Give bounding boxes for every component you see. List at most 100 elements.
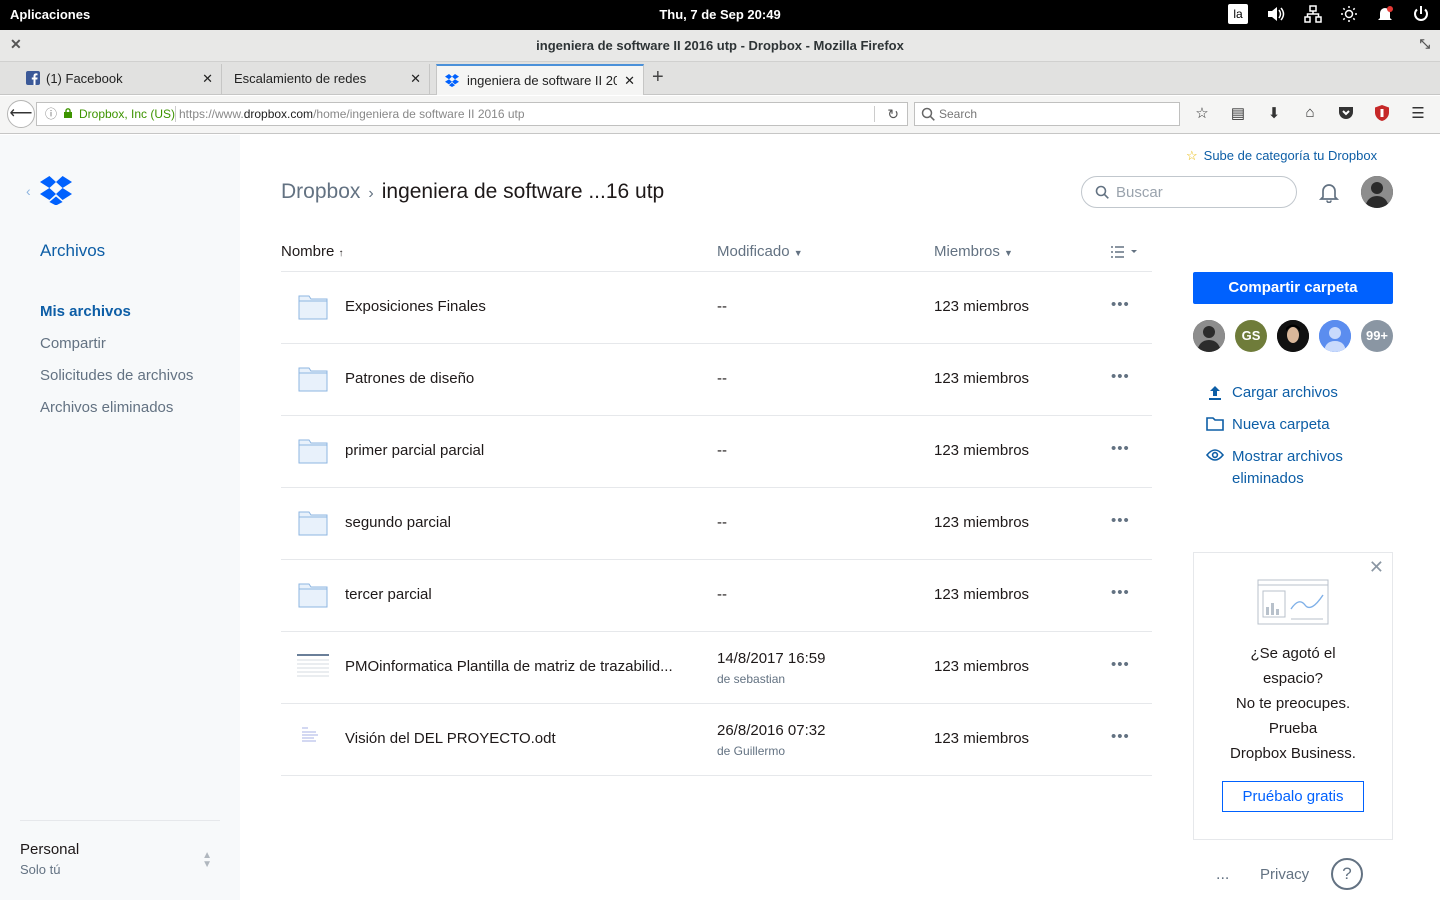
- bookmark-star-icon[interactable]: ☆: [1192, 104, 1212, 124]
- more-menu-icon[interactable]: ...: [1216, 866, 1229, 884]
- reading-list-icon[interactable]: ▤: [1228, 104, 1248, 124]
- window-maximize-icon[interactable]: ⤡: [1420, 36, 1430, 52]
- promo-card: ✕ ¿Se agotó el espacio? No te preocupes.…: [1193, 552, 1393, 840]
- file-name[interactable]: PMOinformatica Plantilla de matriz de tr…: [345, 658, 673, 675]
- more-options-icon[interactable]: •••: [1111, 296, 1130, 313]
- tab-close-icon[interactable]: ✕: [410, 71, 421, 87]
- breadcrumb-root[interactable]: Dropbox: [281, 180, 360, 203]
- avatar-initials[interactable]: GS: [1235, 320, 1267, 352]
- file-name[interactable]: segundo parcial: [345, 514, 451, 531]
- browser-search-input[interactable]: Search: [914, 102, 1180, 126]
- system-clock[interactable]: Thu, 7 de Sep 20:49: [0, 7, 1440, 22]
- close-icon[interactable]: ✕: [1369, 557, 1384, 578]
- folder-icon: [298, 439, 328, 464]
- upload-files-action[interactable]: Cargar archivos: [1206, 382, 1376, 414]
- notification-bell-icon[interactable]: [1376, 5, 1394, 23]
- power-icon[interactable]: [1412, 5, 1430, 23]
- home-icon[interactable]: ⌂: [1300, 104, 1320, 124]
- privacy-link[interactable]: Privacy: [1260, 866, 1309, 883]
- file-name[interactable]: primer parcial parcial: [345, 442, 484, 459]
- more-options-icon[interactable]: •••: [1111, 728, 1130, 745]
- sidebar-item-compartir[interactable]: Compartir: [40, 335, 193, 367]
- file-members: 123 miembros: [934, 442, 1030, 459]
- avatar-more-count[interactable]: 99+: [1361, 320, 1393, 352]
- try-free-button[interactable]: Pruébalo gratis: [1222, 781, 1364, 812]
- info-icon[interactable]: ⓘ: [45, 103, 57, 125]
- table-row[interactable]: Patrones de diseño -- 123 miembros •••: [281, 344, 1152, 416]
- breadcrumb: Dropbox › ingeniera de software ...16 utp: [281, 180, 664, 204]
- window-title: ingeniera de software II 2016 utp - Drop…: [536, 38, 904, 53]
- reload-icon[interactable]: ↻: [887, 103, 899, 125]
- tab-dropbox-active[interactable]: ingeniera de software II 2016 utp ✕: [436, 64, 644, 95]
- table-row[interactable]: PMOinformatica Plantilla de matriz de tr…: [281, 632, 1152, 704]
- sidebar-item-mis-archivos[interactable]: Mis archivos: [40, 303, 193, 335]
- file-name[interactable]: Exposiciones Finales: [345, 298, 486, 315]
- file-name[interactable]: tercer parcial: [345, 586, 432, 603]
- sidebar: ‹ Archivos Mis archivos Compartir Solici…: [0, 135, 240, 900]
- more-options-icon[interactable]: •••: [1111, 440, 1130, 457]
- sidebar-item-eliminados[interactable]: Archivos eliminados: [40, 399, 193, 431]
- network-icon[interactable]: [1304, 5, 1322, 23]
- col-members-header[interactable]: Miembros ▼: [934, 243, 1013, 260]
- table-row[interactable]: segundo parcial -- 123 miembros •••: [281, 488, 1152, 560]
- file-modified: --: [717, 442, 727, 459]
- volume-icon[interactable]: [1266, 5, 1286, 23]
- table-row[interactable]: tercer parcial -- 123 miembros •••: [281, 560, 1152, 632]
- show-deleted-action[interactable]: Mostrar archivos eliminados: [1206, 446, 1376, 490]
- file-members: 123 miembros: [934, 658, 1030, 675]
- tab-close-icon[interactable]: ✕: [202, 71, 213, 87]
- url-bar[interactable]: ⓘ Dropbox, Inc (US) https://www.dropbox.…: [36, 102, 908, 126]
- keyboard-layout-indicator[interactable]: la: [1228, 4, 1248, 24]
- file-name[interactable]: Visión del DEL PROYECTO.odt: [345, 730, 556, 747]
- back-button[interactable]: ⟵: [7, 100, 35, 128]
- new-tab-icon[interactable]: +: [652, 66, 664, 89]
- table-row[interactable]: Exposiciones Finales -- 123 miembros •••: [281, 272, 1152, 344]
- file-name[interactable]: Patrones de diseño: [345, 370, 474, 387]
- facebook-icon: [26, 71, 40, 85]
- file-members: 123 miembros: [934, 514, 1030, 531]
- ublock-shield-icon[interactable]: [1372, 104, 1392, 124]
- avatar[interactable]: [1277, 320, 1309, 352]
- col-name-header[interactable]: Nombre ↑: [281, 243, 344, 260]
- file-members: 123 miembros: [934, 730, 1030, 747]
- more-options-icon[interactable]: •••: [1111, 368, 1130, 385]
- upgrade-link[interactable]: ☆ Sube de categoría tu Dropbox: [1186, 148, 1377, 164]
- download-icon[interactable]: ⬇: [1264, 104, 1284, 124]
- account-name: Personal: [20, 841, 80, 858]
- file-members: 123 miembros: [934, 298, 1030, 315]
- brightness-icon[interactable]: [1340, 5, 1358, 23]
- hamburger-menu-icon[interactable]: ☰: [1408, 104, 1428, 124]
- tab-label: ingeniera de software II 2016 utp: [467, 73, 617, 88]
- help-button[interactable]: ?: [1331, 858, 1363, 890]
- file-modified: --: [717, 514, 727, 531]
- collapse-sidebar-icon[interactable]: ‹: [26, 183, 31, 199]
- view-toggle-icon[interactable]: [1110, 244, 1138, 264]
- notifications-bell-icon[interactable]: [1318, 181, 1340, 203]
- tab-close-icon[interactable]: ✕: [624, 73, 635, 89]
- more-options-icon[interactable]: •••: [1111, 584, 1130, 601]
- avatar[interactable]: [1193, 320, 1225, 352]
- file-modified: --: [717, 298, 727, 315]
- avatar-default[interactable]: [1319, 320, 1351, 352]
- tab-escalamiento[interactable]: Escalamiento de redes ✕: [222, 64, 430, 95]
- share-folder-button[interactable]: Compartir carpeta: [1193, 272, 1393, 304]
- account-switcher[interactable]: Personal Solo tú ▲ ▼: [20, 820, 220, 877]
- col-modified-header[interactable]: Modificado ▼: [717, 243, 803, 260]
- table-row[interactable]: Visión del DEL PROYECTO.odt 26/8/2016 07…: [281, 704, 1152, 776]
- folder-outline-icon: [1206, 417, 1224, 431]
- window-titlebar: ✕ ingeniera de software II 2016 utp - Dr…: [0, 30, 1440, 62]
- sidebar-item-solicitudes[interactable]: Solicitudes de archivos: [40, 367, 193, 399]
- pocket-icon[interactable]: [1336, 104, 1356, 124]
- url-text[interactable]: https://www.dropbox.com/home/ingeniera d…: [179, 103, 525, 125]
- new-folder-action[interactable]: Nueva carpeta: [1206, 414, 1376, 446]
- search-input[interactable]: Buscar: [1081, 176, 1297, 208]
- tab-label: (1) Facebook: [46, 71, 123, 86]
- search-icon: [1095, 185, 1109, 199]
- more-options-icon[interactable]: •••: [1111, 512, 1130, 529]
- table-row[interactable]: primer parcial parcial -- 123 miembros •…: [281, 416, 1152, 488]
- tab-facebook[interactable]: (1) Facebook ✕: [22, 64, 222, 95]
- sidebar-section-archivos[interactable]: Archivos: [40, 241, 105, 261]
- user-avatar[interactable]: [1361, 176, 1393, 208]
- dropbox-logo-icon[interactable]: [40, 175, 72, 205]
- more-options-icon[interactable]: •••: [1111, 656, 1130, 673]
